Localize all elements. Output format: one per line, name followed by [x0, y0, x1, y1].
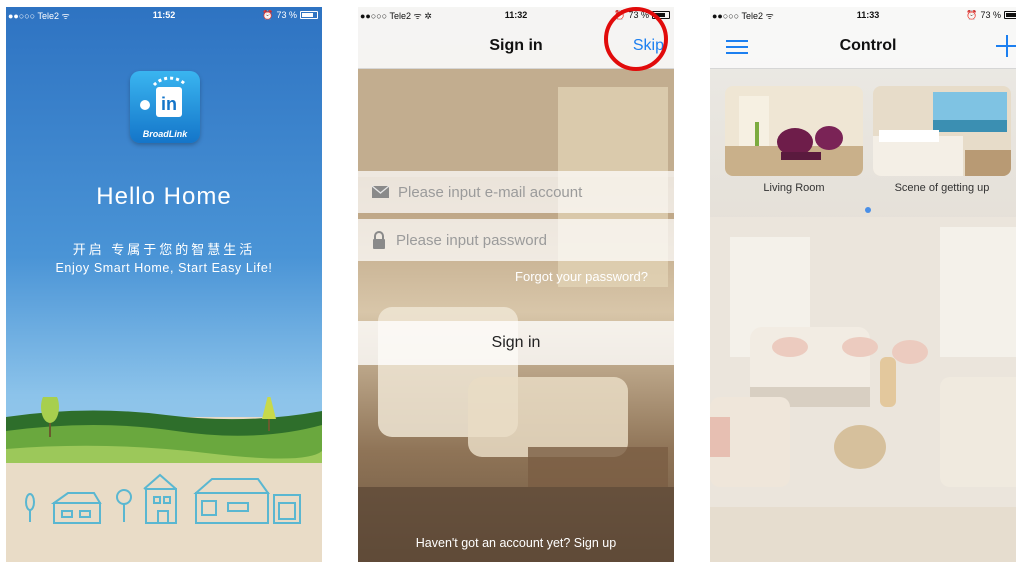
broadlink-logo: in BroadLink: [130, 71, 200, 143]
signin-button[interactable]: Sign in: [358, 321, 674, 365]
room-card-scene-getting-up[interactable]: [873, 86, 1011, 176]
room-label-living-room: Living Room: [763, 182, 825, 194]
control-screen: ●●○○○ Tele2 ᯤ 11:33 ⏰ 73 % Control Livin…: [710, 7, 1016, 562]
room-background-image: [358, 67, 674, 562]
plus-icon[interactable]: [996, 35, 1016, 57]
logo-glyph: in: [161, 94, 177, 114]
skip-highlight-circle: [604, 7, 668, 71]
email-field-row[interactable]: [358, 171, 674, 213]
status-time: 11:52: [152, 10, 176, 20]
faded-room-background: [710, 217, 1016, 562]
landscape-illustration: [6, 397, 322, 562]
alarm-icon: ⏰: [262, 9, 274, 20]
bedroom-image: [873, 86, 1011, 176]
battery-icon: [300, 11, 318, 19]
page-indicator-dot[interactable]: [865, 207, 871, 213]
carrier-label: ●●○○○ Tele2 ᯤ: [8, 10, 70, 21]
status-time: 11:32: [504, 10, 528, 20]
alarm-icon: ⏰: [966, 9, 978, 20]
status-bar: ●●○○○ Tele2 ᯤ 11:52 ⏰ 73 %: [6, 7, 322, 23]
logo-mark-icon: in: [140, 76, 188, 117]
status-bar: ●●○○○ Tele2 ᯤ 11:33 ⏰ 73 %: [710, 7, 1016, 23]
room-card-living-room[interactable]: [725, 86, 863, 176]
email-input[interactable]: [398, 183, 658, 201]
password-input[interactable]: [396, 231, 656, 249]
battery-icon: [1004, 11, 1016, 19]
room-label-scene-getting-up: Scene of getting up: [894, 182, 990, 194]
signup-link[interactable]: Haven't got an account yet? Sign up: [358, 536, 674, 550]
battery-percent: 73 %: [276, 10, 297, 20]
subtitle-english: Enjoy Smart Home, Start Easy Life!: [55, 261, 273, 275]
living-room-image: [725, 86, 863, 176]
battery-percent: 73 %: [980, 10, 1001, 20]
logo-text: BroadLink: [142, 129, 188, 139]
carrier-label: ●●○○○ Tele2 ᯤ ✲: [360, 10, 432, 21]
status-time: 11:33: [856, 10, 880, 20]
nav-bar: Control: [710, 23, 1016, 69]
carrier-label: ●●○○○ Tele2 ᯤ: [712, 10, 774, 21]
signin-screen: ●●○○○ Tele2 ᯤ ✲ 11:32 ⏰ 73 % Sign in Ski…: [358, 7, 674, 562]
lock-icon: [373, 231, 385, 249]
welcome-title: Hello Home: [96, 183, 232, 210]
page-title: Control: [839, 37, 897, 54]
splash-screen: ●●○○○ Tele2 ᯤ 11:52 ⏰ 73 % in BroadLink …: [6, 7, 322, 562]
password-field-row[interactable]: [358, 219, 674, 261]
envelope-icon: [371, 185, 390, 198]
subtitle-chinese: 开启 专属于您的智慧生活: [72, 242, 256, 257]
forgot-password-link[interactable]: Forgot your password?: [515, 269, 648, 284]
